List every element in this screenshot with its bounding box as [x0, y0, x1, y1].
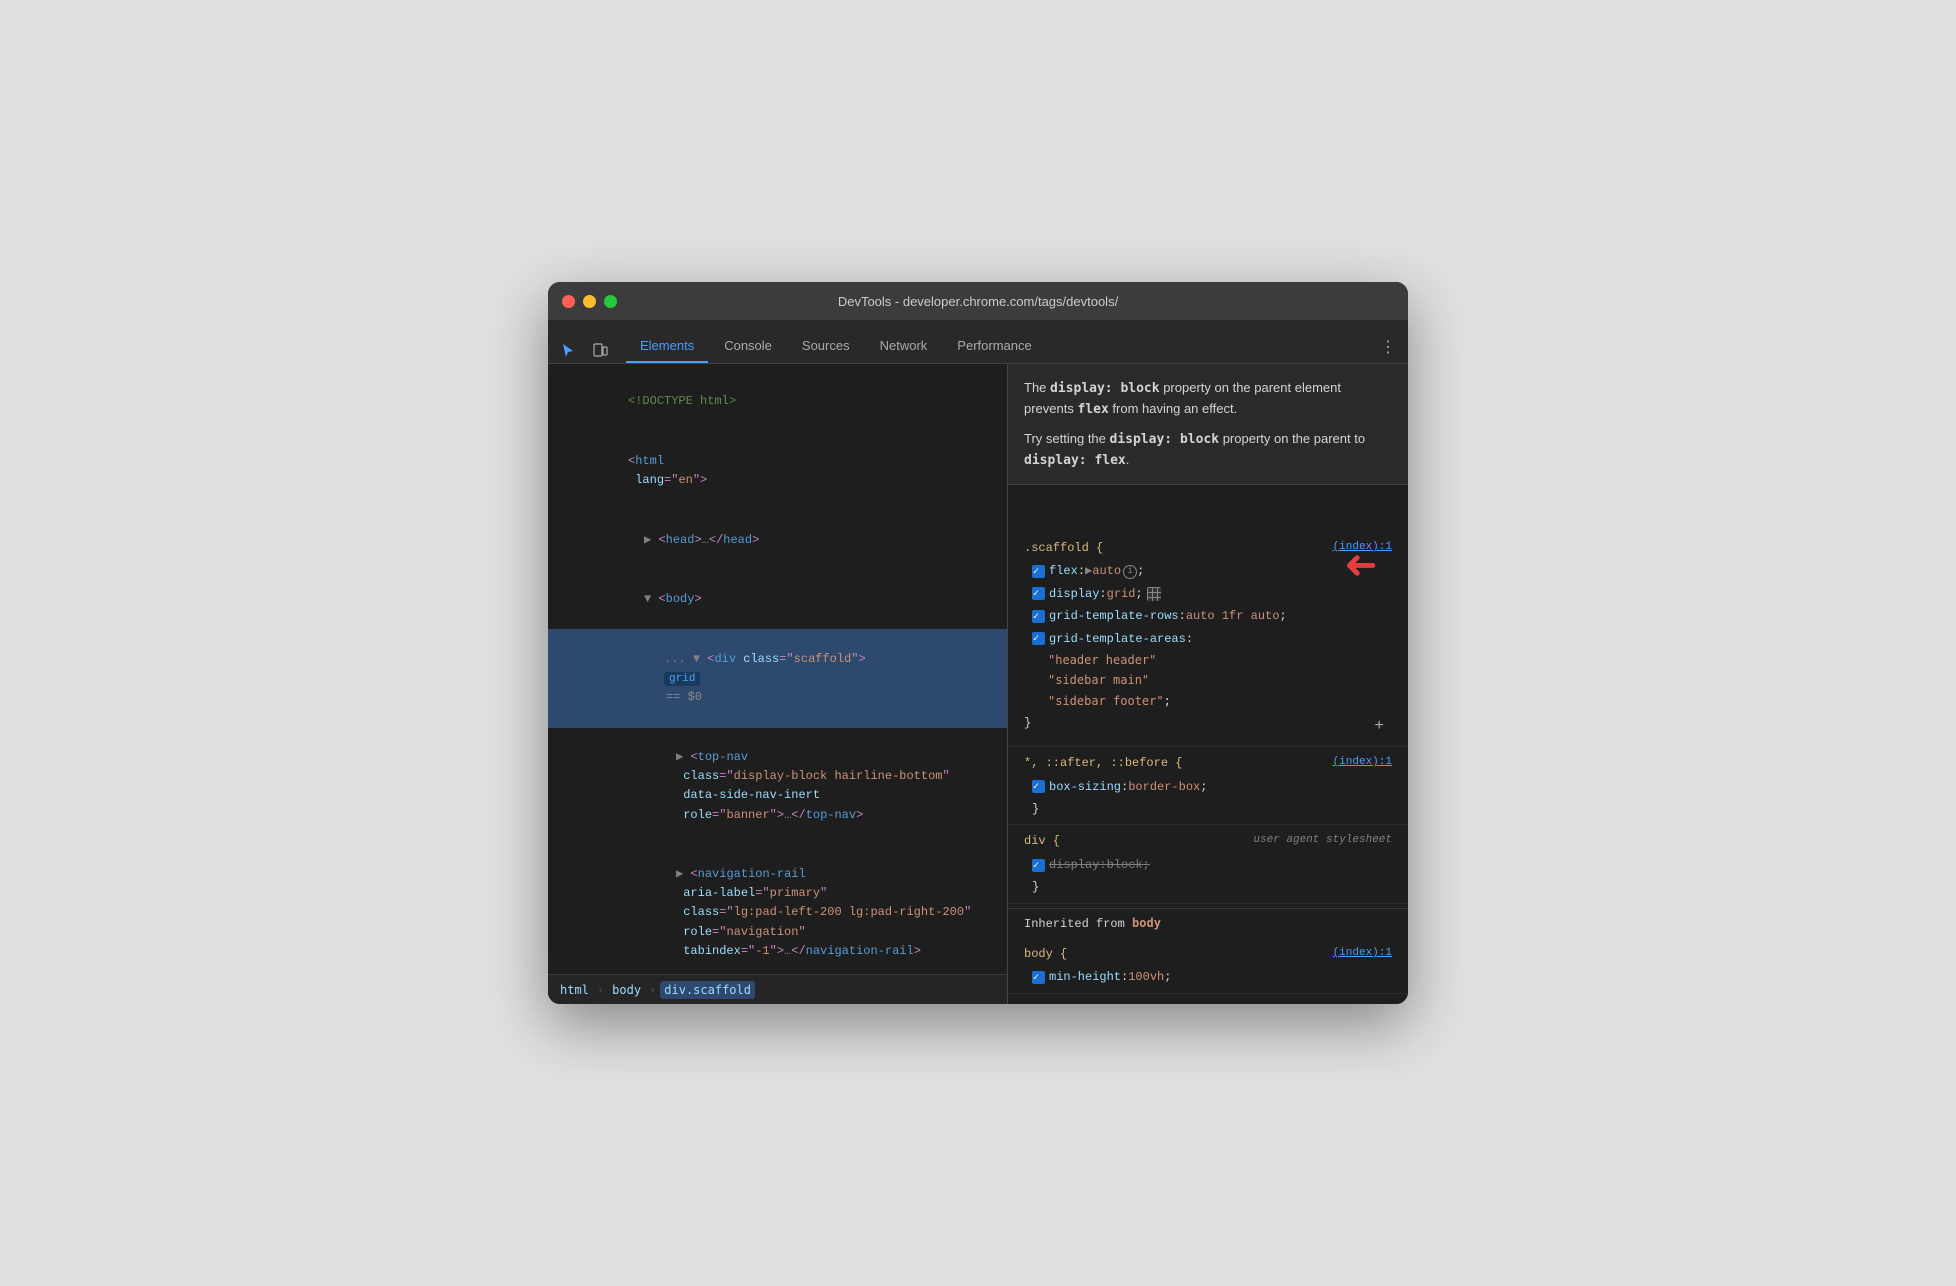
tooltip-popup: The display: block property on the paren… [1008, 364, 1408, 485]
div-selector[interactable]: div { [1024, 834, 1060, 848]
breadcrumb: html › body › div.scaffold [548, 974, 1007, 1004]
box-sizing-line: box-sizing : border-box ; [1016, 776, 1400, 798]
css-styles: .scaffold { (index):1 flex : ▶ auto i ; [1008, 524, 1408, 1004]
universal-source[interactable]: (index):1 [1333, 753, 1392, 772]
close-button[interactable] [562, 295, 575, 308]
tree-scaffold[interactable]: ... ▼ <div class="scaffold"> grid == $0 [548, 629, 1007, 727]
window-title: DevTools - developer.chrome.com/tags/dev… [838, 294, 1118, 309]
inherited-label: Inherited from body [1008, 908, 1408, 938]
tooltip-bold1: display: block [1050, 381, 1160, 396]
body-source[interactable]: (index):1 [1333, 944, 1392, 963]
tab-right-area: ⋮ [1376, 335, 1400, 363]
more-tabs-button[interactable]: ⋮ [1376, 335, 1400, 359]
display-prop: display [1049, 584, 1099, 604]
grid-areas-checkbox[interactable] [1032, 632, 1045, 645]
flex-checkbox[interactable] [1032, 565, 1045, 578]
body-rule: body { (index):1 min-height : 100vh ; [1008, 938, 1408, 994]
div-display-prop: display [1049, 855, 1099, 875]
tab-icons [556, 339, 612, 363]
grid-areas-values: "header header" "sidebar main" "sidebar … [1016, 650, 1400, 711]
tab-elements[interactable]: Elements [626, 330, 708, 363]
doctype-text: <!DOCTYPE html> [628, 394, 736, 408]
titlebar: DevTools - developer.chrome.com/tags/dev… [548, 282, 1408, 320]
add-property-button[interactable]: + [1374, 713, 1384, 740]
div-rule: div { user agent stylesheet display : bl… [1008, 825, 1408, 903]
grid-rows-line: grid-template-rows : auto 1fr auto ; [1016, 605, 1400, 627]
flex-arrow-icon[interactable]: ▶ [1085, 561, 1092, 581]
box-sizing-val: border-box [1128, 777, 1200, 797]
tab-console[interactable]: Console [710, 330, 786, 363]
universal-rule: *, ::after, ::before { (index):1 box-siz… [1008, 747, 1408, 825]
display-checkbox[interactable] [1032, 587, 1045, 600]
div-close-brace: } [1016, 876, 1400, 898]
scaffold-close-brace: } [1024, 713, 1031, 740]
box-sizing-prop: box-sizing [1049, 777, 1121, 797]
display-val: grid [1107, 584, 1136, 604]
tab-network[interactable]: Network [866, 330, 942, 363]
min-height-val: 100vh [1128, 967, 1164, 987]
inherited-tag[interactable]: body [1132, 916, 1161, 930]
main-content: <!DOCTYPE html> <html lang="en"> ▶ <head… [548, 364, 1408, 1004]
div-display-val: block [1107, 855, 1143, 875]
traffic-lights [562, 295, 617, 308]
div-display-line: display : block ; [1016, 854, 1400, 876]
tooltip-bold2: flex [1077, 402, 1108, 417]
grid-rows-checkbox[interactable] [1032, 610, 1045, 623]
tree-top-nav[interactable]: ▶ <top-nav class="display-block hairline… [548, 728, 1007, 845]
devtools-window: DevTools - developer.chrome.com/tags/dev… [548, 282, 1408, 1004]
html-tree[interactable]: <!DOCTYPE html> <html lang="en"> ▶ <head… [548, 364, 1007, 974]
info-icon[interactable]: i [1123, 565, 1137, 579]
device-icon[interactable] [588, 339, 612, 363]
tooltip-bold3: display: block [1110, 432, 1220, 447]
tree-html[interactable]: <html lang="en"> [548, 432, 1007, 511]
flex-val: auto [1092, 561, 1121, 581]
maximize-button[interactable] [604, 295, 617, 308]
tooltip-bold4: display: flex [1024, 453, 1126, 468]
box-sizing-checkbox[interactable] [1032, 780, 1045, 793]
grid-rows-prop: grid-template-rows [1049, 606, 1179, 626]
grid-areas-prop: grid-template-areas [1049, 629, 1186, 649]
grid-rows-val: auto 1fr auto [1186, 606, 1280, 626]
min-height-line: min-height : 100vh ; [1016, 966, 1400, 988]
body-selector[interactable]: body { [1024, 947, 1067, 961]
elements-panel: <!DOCTYPE html> <html lang="en"> ▶ <head… [548, 364, 1008, 1004]
tab-performance[interactable]: Performance [943, 330, 1045, 363]
tooltip-line1: The display: block property on the paren… [1024, 378, 1392, 419]
min-height-prop: min-height [1049, 967, 1121, 987]
div-display-checkbox[interactable] [1032, 859, 1045, 872]
red-arrow-icon: ➜ [1344, 542, 1378, 588]
cursor-icon[interactable] [556, 339, 580, 363]
flex-prop: flex [1049, 561, 1078, 581]
tooltip-line2: Try setting the display: block property … [1024, 429, 1392, 470]
scaffold-selector[interactable]: .scaffold { [1024, 541, 1103, 555]
styles-panel: The display: block property on the paren… [1008, 364, 1408, 1004]
grid-areas-line: grid-template-areas : [1016, 628, 1400, 650]
flex-property-line: flex : ▶ auto i ; [1016, 560, 1400, 582]
grid-icon[interactable] [1147, 587, 1161, 601]
breadcrumb-body[interactable]: body [608, 981, 645, 999]
minimize-button[interactable] [583, 295, 596, 308]
universal-selector[interactable]: *, ::after, ::before { [1024, 756, 1182, 770]
universal-close-brace: } [1016, 798, 1400, 820]
breadcrumb-scaffold[interactable]: div.scaffold [660, 981, 755, 999]
tabs-bar: Elements Console Sources Network Perform… [548, 320, 1408, 364]
tab-sources[interactable]: Sources [788, 330, 864, 363]
tree-doctype: <!DOCTYPE html> [548, 372, 1007, 432]
tree-body[interactable]: ▼ <body> [548, 570, 1007, 630]
breadcrumb-html[interactable]: html [556, 981, 593, 999]
display-property-line: display : grid ; [1016, 583, 1400, 605]
div-source: user agent stylesheet [1253, 831, 1392, 850]
min-height-checkbox[interactable] [1032, 971, 1045, 984]
tree-nav-rail[interactable]: ▶ <navigation-rail aria-label="primary" … [548, 845, 1007, 974]
tree-head[interactable]: ▶ <head>…</head> [548, 510, 1007, 570]
